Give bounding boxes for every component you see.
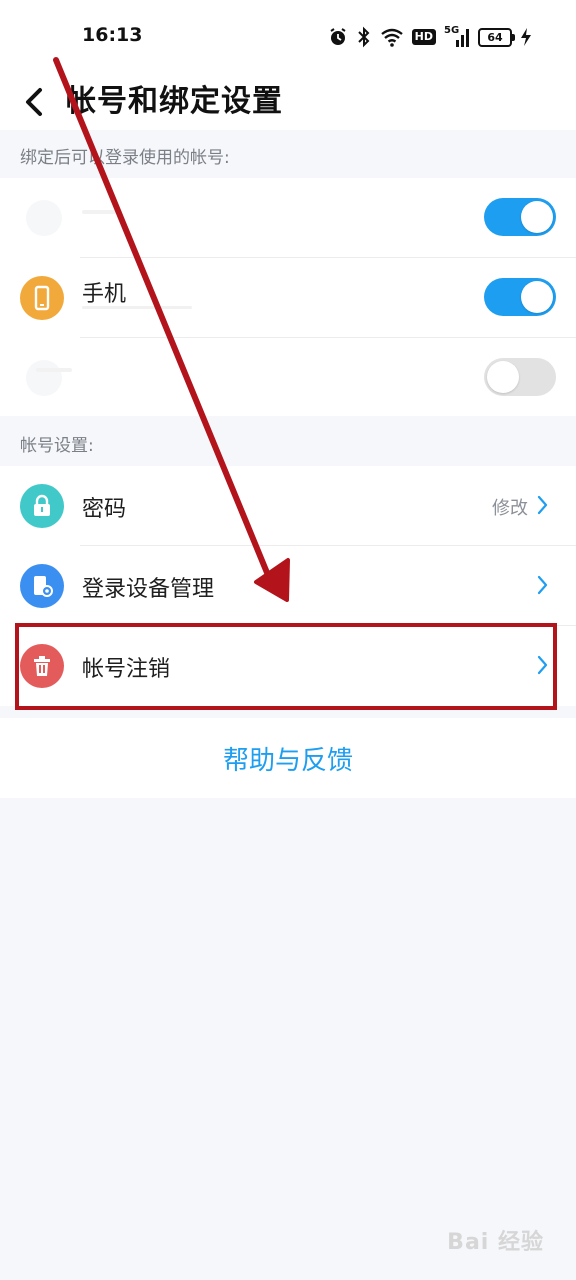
toggle-knob: [487, 361, 519, 393]
bind-item-label-placeholder: [82, 210, 122, 214]
password-modify-text: 修改: [492, 498, 528, 519]
password-row[interactable]: 密码 修改: [0, 466, 576, 546]
watermark: Bai 经验: [447, 1230, 544, 1255]
wifi-icon: [380, 27, 404, 47]
hd-icon: HD: [411, 29, 436, 45]
phone-icon: [20, 276, 64, 320]
password-label: 密码: [82, 497, 127, 522]
bind-list: 手机: [0, 178, 576, 416]
signal-icon: 5G: [444, 26, 470, 48]
toggle-knob: [521, 201, 553, 233]
back-chevron-icon[interactable]: [20, 80, 50, 120]
page-title: 帐号和绑定设置: [66, 84, 283, 119]
account-settings-list: 密码 修改 登录设备管理 帐号注销: [0, 466, 576, 706]
account-cancellation-label: 帐号注销: [82, 657, 171, 682]
bind-item-wechat[interactable]: [0, 338, 576, 416]
qq-bind-toggle[interactable]: [484, 198, 556, 236]
login-device-management-row[interactable]: 登录设备管理: [0, 546, 576, 626]
status-icons: HD 5G 64: [328, 24, 532, 50]
battery-icon: 64: [478, 27, 515, 47]
chevron-right-icon: [536, 492, 550, 518]
wechat-icon: [26, 360, 62, 396]
bind-item-phone-label: 手机: [82, 282, 127, 307]
toggle-knob: [521, 281, 553, 313]
chevron-right-icon: [536, 572, 550, 598]
account-section-label: 帐号设置:: [20, 436, 94, 456]
login-device-management-label: 登录设备管理: [82, 577, 215, 602]
phone-bind-toggle[interactable]: [484, 278, 556, 316]
charging-icon: [520, 27, 532, 47]
bluetooth-icon: [356, 26, 372, 48]
chevron-right-icon: [536, 652, 550, 678]
device-settings-icon: [20, 564, 64, 608]
phone-number-placeholder: [82, 306, 192, 309]
header: 帐号和绑定设置: [0, 72, 576, 130]
wechat-bind-toggle[interactable]: [484, 358, 556, 396]
trash-icon: [20, 644, 64, 688]
bind-item-phone[interactable]: 手机: [0, 258, 576, 338]
alarm-icon: [328, 27, 348, 47]
bind-item-qq[interactable]: [0, 178, 576, 258]
account-cancellation-row[interactable]: 帐号注销: [0, 626, 576, 706]
status-bar: 16:13 HD 5G 64: [0, 0, 576, 72]
bind-item-label-placeholder: [36, 368, 72, 372]
qq-icon: [26, 200, 62, 236]
lock-icon: [20, 484, 64, 528]
status-time: 16:13: [82, 24, 143, 46]
bind-section-label: 绑定后可以登录使用的帐号:: [20, 148, 230, 168]
help-feedback-link[interactable]: 帮助与反馈: [0, 718, 576, 798]
